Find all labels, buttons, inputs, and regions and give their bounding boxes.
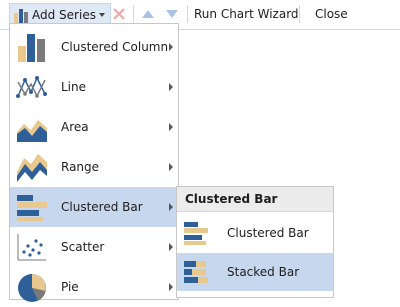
submenu-arrow-icon — [169, 283, 173, 291]
pie-chart-icon — [18, 274, 46, 302]
run-chart-wizard-button[interactable]: Run Chart Wizard — [194, 7, 299, 21]
menu-item-label: Range — [61, 160, 100, 174]
scatter-chart-icon — [17, 234, 46, 261]
submenu-arrow-icon — [169, 43, 173, 51]
menu-item-pie[interactable]: Pie — [10, 267, 178, 307]
submenu-item-label: Clustered Bar — [227, 226, 309, 240]
submenu-arrow-icon — [169, 83, 173, 91]
toolbar-separator — [299, 5, 300, 23]
menu-item-label: Scatter — [61, 240, 105, 254]
submenu-item-label: Stacked Bar — [227, 265, 300, 279]
chevron-down-icon[interactable] — [99, 13, 105, 17]
submenu-arrow-icon — [169, 123, 173, 131]
toolbar-separator — [187, 5, 188, 23]
menu-item-scatter[interactable]: Scatter — [10, 227, 178, 267]
menu-item-label: Clustered Bar — [61, 200, 143, 214]
stacked-bar-icon — [184, 261, 208, 283]
submenu-title: Clustered Bar — [185, 192, 278, 206]
add-series-label: Add Series — [32, 8, 96, 22]
submenu-item-stacked-bar[interactable]: Stacked Bar — [177, 253, 333, 291]
submenu-arrow-icon — [169, 163, 173, 171]
submenu-header: Clustered Bar — [177, 187, 333, 212]
area-chart-icon — [17, 120, 47, 142]
add-series-button[interactable]: Add Series — [9, 3, 111, 25]
series-type-menu: Clustered Column Line Area Range Cluster… — [9, 23, 179, 302]
add-series-icon — [14, 9, 28, 23]
submenu-arrow-icon — [169, 203, 173, 211]
clustered-bar-submenu: Clustered Bar Clustered Bar Stacked Bar — [176, 186, 334, 298]
menu-item-label: Pie — [61, 280, 79, 294]
clustered-bar-icon — [184, 222, 208, 245]
delete-series-icon[interactable] — [111, 6, 127, 22]
clustered-bar-icon — [17, 195, 47, 221]
clustered-column-icon — [18, 34, 45, 62]
line-chart-icon — [16, 76, 47, 98]
menu-item-line[interactable]: Line — [10, 67, 178, 107]
submenu-item-clustered-bar[interactable]: Clustered Bar — [177, 214, 333, 252]
menu-item-clustered-bar[interactable]: Clustered Bar — [10, 187, 178, 227]
toolbar-separator — [133, 5, 134, 23]
move-down-icon[interactable] — [165, 8, 179, 20]
menu-item-clustered-column[interactable]: Clustered Column — [10, 27, 178, 67]
close-button[interactable]: Close — [315, 7, 348, 21]
menu-item-area[interactable]: Area — [10, 107, 178, 147]
menu-item-label: Clustered Column — [61, 40, 169, 54]
submenu-arrow-icon — [169, 243, 173, 251]
move-up-icon[interactable] — [141, 8, 155, 20]
menu-item-label: Line — [61, 80, 87, 94]
menu-item-label: Area — [61, 120, 89, 134]
range-chart-icon — [17, 154, 47, 182]
menu-item-range[interactable]: Range — [10, 147, 178, 187]
